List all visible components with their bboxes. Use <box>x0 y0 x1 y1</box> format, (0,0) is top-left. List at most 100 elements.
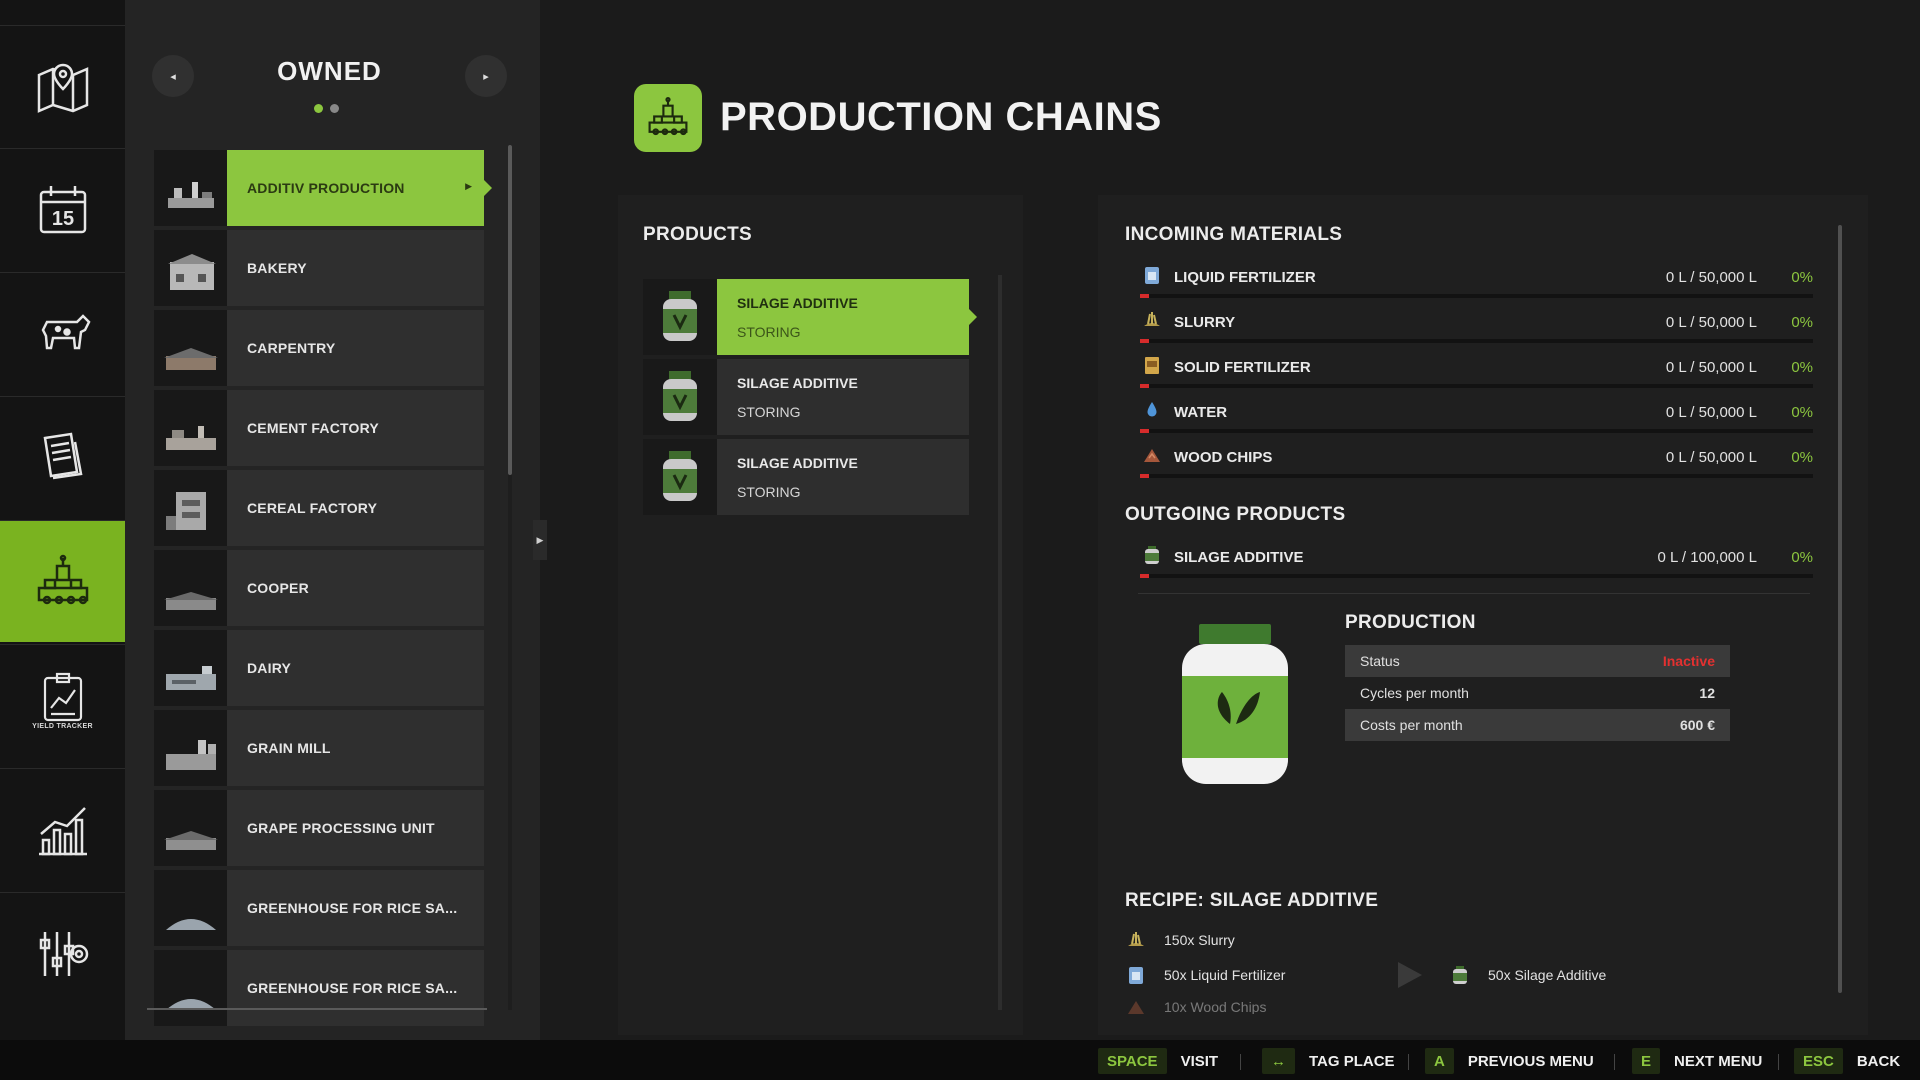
hint-visit[interactable]: SPACE VISIT <box>1098 1048 1218 1074</box>
product-thumbnail <box>643 439 717 515</box>
recipe-input: 50x Liquid Fertilizer <box>1126 965 1285 985</box>
bakery-building-icon <box>167 254 216 290</box>
menu-map[interactable] <box>0 25 125 147</box>
material-percent: 0% <box>1791 359 1813 376</box>
material-row: SILAGE ADDITIVE 0 L / 100,000 L 0% <box>1138 543 1813 583</box>
silage-additive-icon <box>1145 546 1159 564</box>
silage-additive-icon <box>663 291 697 341</box>
hint-label: BACK <box>1856 1052 1901 1070</box>
material-row: LIQUID FERTILIZER 0 L / 50,000 L 0% <box>1138 263 1813 303</box>
recipe-input: 10x Wood Chips <box>1126 1000 1266 1014</box>
owned-title: OWNED <box>277 56 382 86</box>
grape-processing-icon <box>163 831 218 850</box>
next-page-button[interactable]: ▸ <box>465 55 507 97</box>
material-amount: 0 L / 50,000 L <box>1665 359 1757 376</box>
menu-yield-tracker[interactable]: YIELD TRACKER <box>0 644 125 766</box>
section-divider <box>1138 593 1810 594</box>
owned-item[interactable]: CEREAL FACTORY <box>154 470 484 546</box>
slurry-icon <box>1144 312 1160 326</box>
material-name: SLURRY <box>1174 314 1236 331</box>
key-a: A <box>1425 1048 1454 1074</box>
hint-separator <box>1240 1054 1241 1070</box>
page-dot-2[interactable] <box>330 104 339 113</box>
hint-separator <box>1614 1054 1615 1070</box>
material-amount: 0 L / 50,000 L <box>1665 269 1757 286</box>
owned-item[interactable]: DAIRY <box>154 630 484 706</box>
owned-item[interactable]: CEMENT FACTORY <box>154 390 484 466</box>
owned-item[interactable]: GRAIN MILL <box>154 710 484 786</box>
product-name: SILAGE ADDITIVE <box>737 295 858 311</box>
material-name: LIQUID FERTILIZER <box>1174 269 1316 286</box>
owned-item[interactable]: GRAPE PROCESSING UNIT <box>154 790 484 866</box>
hint-previous-menu[interactable]: A PREVIOUS MENU <box>1425 1048 1594 1074</box>
material-name: WOOD CHIPS <box>1174 449 1273 466</box>
menu-settings[interactable] <box>0 892 125 1014</box>
detail-scrollbar[interactable] <box>1838 225 1842 993</box>
material-fill-bar <box>1140 339 1813 343</box>
product-thumbnail <box>643 279 717 355</box>
owned-item[interactable]: CARPENTRY <box>154 310 484 386</box>
owned-item[interactable]: COOPER <box>154 550 484 626</box>
product-state: STORING <box>737 404 801 420</box>
material-name: SOLID FERTILIZER <box>1174 359 1311 376</box>
material-fill-indicator <box>1140 474 1149 478</box>
hint-label: PREVIOUS MENU <box>1467 1052 1594 1070</box>
building-thumbnail <box>154 710 227 786</box>
stat-value: Inactive <box>1662 653 1715 669</box>
production-status-row: Status Inactive <box>1345 645 1730 677</box>
page-dot-1[interactable] <box>314 104 323 113</box>
product-item[interactable]: SILAGE ADDITIVE STORING <box>643 359 969 435</box>
product-info: SILAGE ADDITIVE STORING <box>717 439 969 515</box>
material-fill-indicator <box>1140 429 1149 433</box>
products-scrollbar[interactable] <box>998 275 1002 1010</box>
building-thumbnail <box>154 150 227 226</box>
calendar-icon: 15 <box>39 185 86 233</box>
liquid-fertilizer-icon <box>1145 267 1159 284</box>
owned-item[interactable]: GREENHOUSE FOR RICE SA... <box>154 950 484 1026</box>
owned-scrollbar-thumb[interactable] <box>508 145 512 475</box>
product-item[interactable]: SILAGE ADDITIVE STORING <box>643 279 977 355</box>
product-name: SILAGE ADDITIVE <box>737 375 858 391</box>
building-thumbnail <box>154 630 227 706</box>
menu-contracts[interactable] <box>0 396 125 518</box>
recipe-input-label: 10x Wood Chips <box>1164 1000 1267 1014</box>
key-hint-bar: SPACE VISIT ↔ TAG PLACE A PREVIOUS MENU … <box>0 1040 1920 1080</box>
menu-animals[interactable] <box>0 272 125 394</box>
menu-statistics[interactable] <box>0 768 125 890</box>
key-esc: ESC <box>1794 1048 1843 1074</box>
building-thumbnail <box>154 870 227 946</box>
production-heading: PRODUCTION <box>1345 612 1476 633</box>
solid-fertilizer-icon <box>1145 357 1159 374</box>
owned-item-label: CEREAL FACTORY <box>227 470 484 546</box>
owned-item[interactable]: GREENHOUSE FOR RICE SA... <box>154 870 484 946</box>
product-info: SILAGE ADDITIVE STORING <box>717 359 969 435</box>
owned-production-list: ADDITIV PRODUCTION ▶ BAKERY CARPENTRY CE… <box>154 150 492 1030</box>
recipe-input-label: 150x Slurry <box>1164 932 1235 948</box>
material-percent: 0% <box>1791 404 1813 421</box>
dairy-building-icon <box>165 666 216 690</box>
production-chains-icon <box>634 84 702 152</box>
menu-calendar[interactable]: 15 <box>0 148 125 270</box>
silage-additive-icon <box>663 371 697 421</box>
material-fill-indicator <box>1140 574 1149 578</box>
collapse-panel-button[interactable]: ▶ <box>533 520 547 560</box>
owned-item-label: GRAPE PROCESSING UNIT <box>227 790 484 866</box>
hint-back[interactable]: ESC BACK <box>1794 1048 1900 1074</box>
product-name: SILAGE ADDITIVE <box>737 455 858 471</box>
production-icon <box>37 554 88 604</box>
owned-item[interactable]: ADDITIV PRODUCTION ▶ <box>154 150 492 226</box>
hint-tag-place[interactable]: ↔ TAG PLACE <box>1262 1048 1395 1074</box>
recipe-output: 50x Silage Additive <box>1450 965 1606 985</box>
building-thumbnail <box>154 550 227 626</box>
slurry-icon <box>1128 932 1144 946</box>
hint-label: VISIT <box>1180 1052 1219 1070</box>
material-fill-bar <box>1140 574 1813 578</box>
hint-next-menu[interactable]: E NEXT MENU <box>1632 1048 1762 1074</box>
menu-production[interactable] <box>0 520 133 642</box>
owned-item[interactable]: BAKERY <box>154 230 484 306</box>
silage-additive-icon <box>1453 966 1467 984</box>
product-item[interactable]: SILAGE ADDITIVE STORING <box>643 439 969 515</box>
owned-item-label: CEMENT FACTORY <box>227 390 484 466</box>
grain-mill-icon <box>165 740 216 770</box>
material-amount: 0 L / 100,000 L <box>1657 549 1757 566</box>
